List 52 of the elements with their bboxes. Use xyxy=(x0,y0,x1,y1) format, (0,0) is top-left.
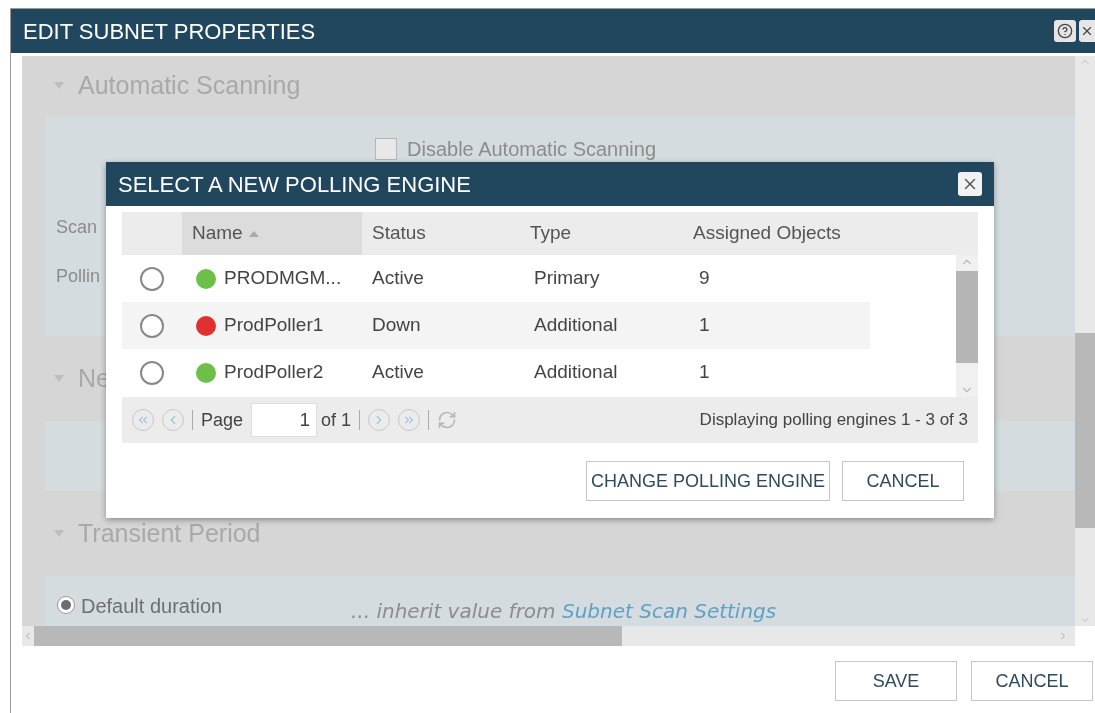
table-cell-text: 9 xyxy=(698,266,710,291)
page-label: Page xyxy=(201,408,244,432)
page-input[interactable]: 1 xyxy=(251,403,318,437)
column-header[interactable]: Type xyxy=(520,212,683,255)
vertical-scrollbar[interactable] xyxy=(956,255,978,397)
radio-label: Default duration xyxy=(81,596,224,616)
close-button[interactable] xyxy=(1079,20,1095,42)
page-count: of 1 xyxy=(321,408,352,432)
radio-button[interactable] xyxy=(140,313,164,338)
radio-button[interactable] xyxy=(57,596,75,614)
field-label: Pollin xyxy=(56,265,101,288)
cancel-button[interactable]: CANCEL xyxy=(971,661,1093,701)
horizontal-scrollbar[interactable] xyxy=(22,626,1075,646)
refresh-icon[interactable] xyxy=(437,410,458,430)
field-label: Scan xyxy=(56,216,99,239)
column-header[interactable]: Status xyxy=(362,212,520,255)
column-header[interactable]: Name xyxy=(182,212,362,255)
table-cell-text: PRODMGM... xyxy=(224,266,342,291)
table-cell-text: 1 xyxy=(698,313,710,338)
close-icon xyxy=(1080,24,1094,38)
radio-button[interactable] xyxy=(140,360,164,385)
help-button[interactable] xyxy=(1054,20,1076,42)
cancel-button[interactable]: CANCEL xyxy=(842,461,964,501)
table-cell-text: Primary xyxy=(533,266,601,291)
collapse-triangle-icon[interactable] xyxy=(54,529,64,538)
dialog-title: SELECT A NEW POLLING ENGINE xyxy=(118,170,471,199)
collapse-triangle-icon[interactable] xyxy=(54,374,64,383)
change-engine-button[interactable]: CHANGE POLLING ENGINE xyxy=(585,461,830,501)
help-icon xyxy=(1057,23,1073,39)
vertical-scrollbar[interactable] xyxy=(1075,56,1095,626)
table-cell-text: ProdPoller1 xyxy=(224,313,324,338)
table-cell-text: Additional xyxy=(533,360,619,385)
table-cell-text: Active xyxy=(371,266,425,291)
table-cell-text: 1 xyxy=(698,360,710,385)
collapse-triangle-icon[interactable] xyxy=(54,82,64,90)
grid-row[interactable]: ProdPoller1 Down Additional 1 xyxy=(122,302,870,349)
table-cell-text: Additional xyxy=(533,313,619,338)
paging-summary: Displaying polling engines 1 - 3 of 3 xyxy=(699,409,968,432)
table-cell-text: Active xyxy=(371,360,425,385)
inherit-note: ... inherit value from Subnet Scan Settings xyxy=(351,598,777,621)
table-cell-text: ProdPoller2 xyxy=(224,360,324,385)
checkbox-label: Disable Automatic Scanning xyxy=(407,137,657,162)
window-title: EDIT SUBNET PROPERTIES xyxy=(23,17,316,46)
checkbox[interactable] xyxy=(375,138,397,160)
save-button[interactable]: SAVE xyxy=(835,661,957,701)
close-button[interactable] xyxy=(958,172,982,196)
table-cell-text: Down xyxy=(371,313,422,338)
column-header[interactable]: Assigned Objects xyxy=(683,212,978,255)
grid-row[interactable]: ProdPoller2 Active Additional 1 xyxy=(122,349,956,396)
radio-button[interactable] xyxy=(140,266,164,291)
grid-row[interactable]: PRODMGM... Active Primary 9 xyxy=(122,255,956,302)
sort-ascending-icon xyxy=(248,230,259,237)
